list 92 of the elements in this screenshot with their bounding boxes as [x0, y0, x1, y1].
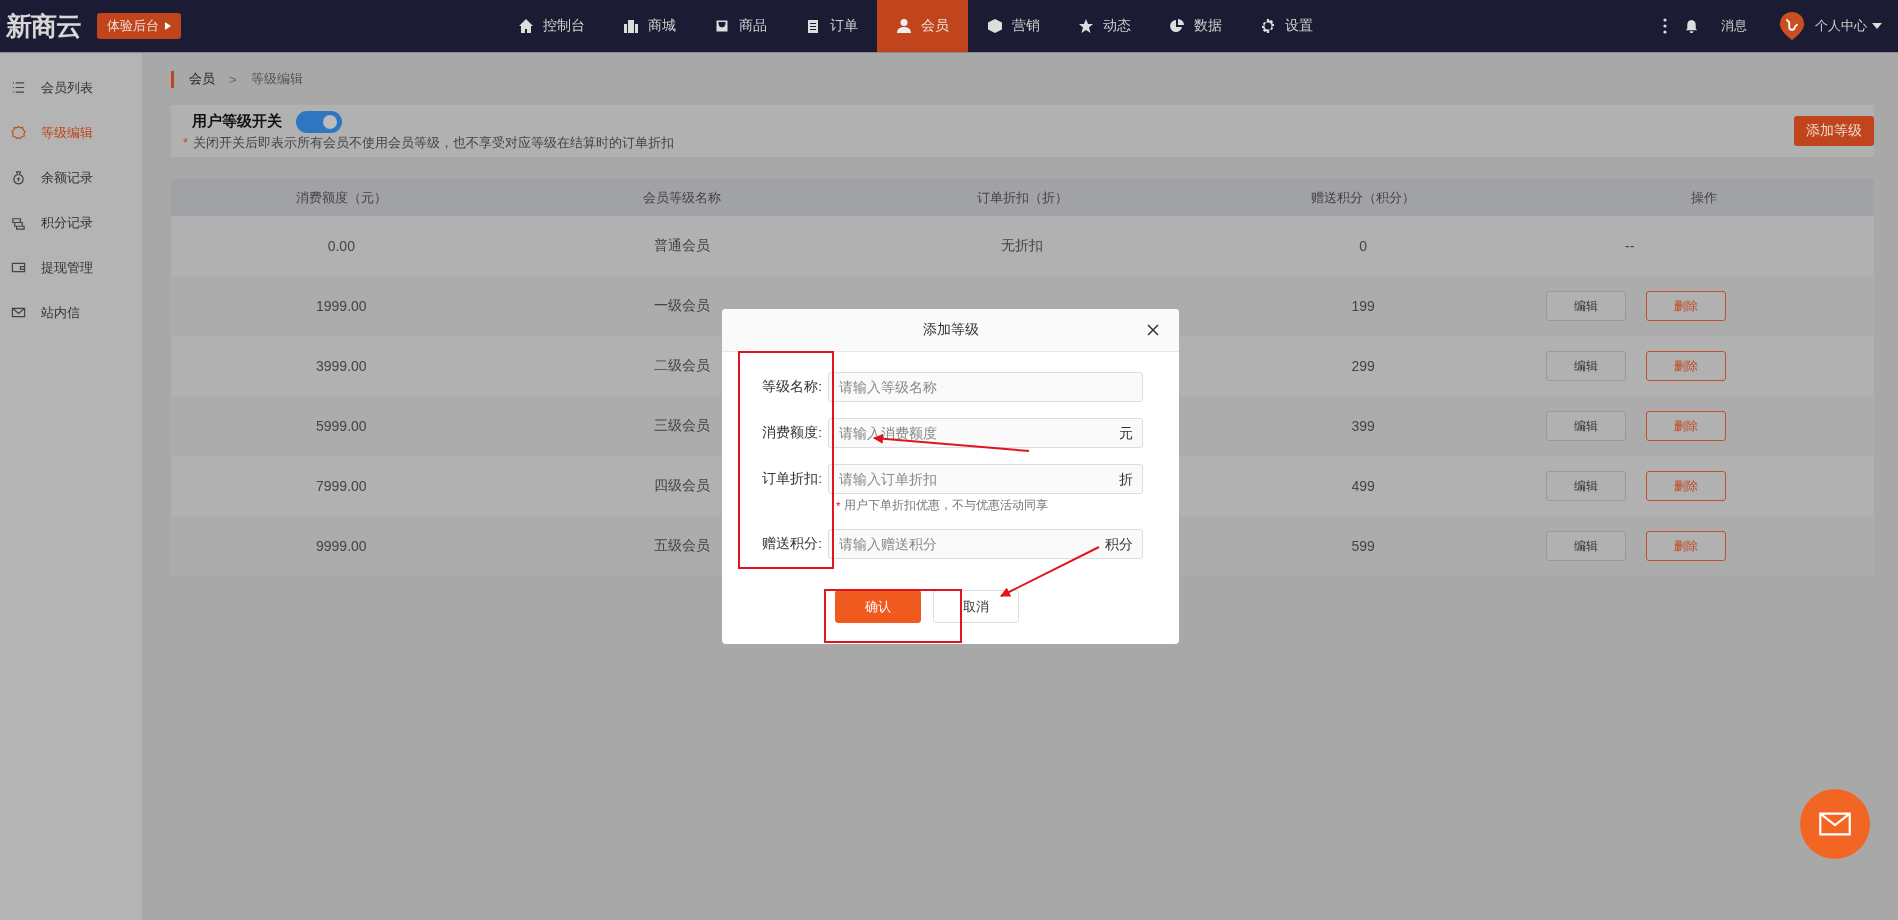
table-cell: 0.00 — [327, 238, 355, 254]
nav-tab[interactable]: 设置 — [1241, 0, 1332, 52]
edit-button[interactable]: 编辑 — [1546, 351, 1626, 381]
add-level-button[interactable]: 添加等级 — [1794, 116, 1874, 146]
nav-tab[interactable]: 会员 — [877, 0, 968, 52]
table-cell: 3999.00 — [316, 358, 367, 374]
nav-tab[interactable]: 控制台 — [499, 0, 604, 52]
breadcrumb-marker — [171, 70, 174, 88]
nav-tab[interactable]: 数据 — [1150, 0, 1241, 52]
field-label: 赠送积分: — [761, 535, 823, 553]
table-cell: 普通会员 — [653, 237, 710, 253]
unit-label: 积分 — [1105, 536, 1133, 554]
nav-tab[interactable]: 商品 — [695, 0, 786, 52]
hint-mark: * — [836, 499, 841, 512]
money-bag-icon — [11, 170, 26, 185]
sidebar-item[interactable]: 站内信 — [0, 290, 142, 335]
home-icon — [518, 18, 534, 34]
sidebar-item[interactable]: 提现管理 — [0, 245, 142, 290]
trial-badge[interactable]: 体验后台 — [97, 13, 181, 39]
table-cell: 1999.00 — [316, 298, 367, 314]
close-icon[interactable] — [1147, 324, 1159, 336]
user-menu[interactable]: 个人中心 — [1815, 17, 1882, 35]
table-cell: 7999.00 — [316, 478, 367, 494]
edit-button[interactable]: 编辑 — [1546, 471, 1626, 501]
table-cell: 5999.00 — [316, 418, 367, 434]
cube-icon — [987, 18, 1003, 34]
mail-icon — [1818, 812, 1852, 836]
input-field[interactable]: 请输入等级名称 — [828, 372, 1143, 402]
sidebar-item[interactable]: 会员列表 — [0, 65, 142, 110]
field-hint: 用户下单折扣优惠，不与优惠活动同享 — [844, 498, 1049, 513]
column-header: 订单折扣（折） — [976, 188, 1069, 207]
bag-icon — [714, 18, 730, 34]
table-cell: 9999.00 — [316, 538, 367, 554]
sidebar-item[interactable]: 积分记录 — [0, 200, 142, 245]
building-icon — [623, 18, 639, 34]
breadcrumb-link[interactable]: 等级编辑 — [250, 70, 303, 88]
more-icon[interactable] — [1663, 18, 1667, 34]
star-icon — [1078, 18, 1094, 34]
unit-label: 折 — [1119, 471, 1133, 489]
caret-icon — [1872, 23, 1882, 29]
caret-icon — [165, 22, 171, 30]
table-cell: 一级会员 — [653, 297, 710, 313]
column-header: 操作 — [1689, 188, 1718, 207]
table-cell: 599 — [1351, 538, 1375, 554]
switch-label: 用户等级开关 — [192, 112, 282, 131]
table-cell: 五级会员 — [653, 537, 710, 553]
column-header: 赠送积分（积分） — [1310, 188, 1417, 207]
mail-icon — [11, 305, 26, 320]
table-cell: 二级会员 — [653, 357, 710, 373]
field-label: 等级名称: — [761, 378, 823, 396]
messages-link[interactable]: 消息 — [1721, 17, 1747, 35]
nav-tab[interactable]: 营销 — [968, 0, 1059, 52]
coins-icon — [11, 215, 26, 230]
breadcrumb-link[interactable]: 会员 — [189, 70, 215, 88]
edit-button[interactable]: 编辑 — [1546, 411, 1626, 441]
column-header: 消费额度（元） — [294, 188, 388, 207]
table-cell: 0 — [1359, 238, 1367, 254]
cancel-button[interactable]: 取消 — [932, 590, 1019, 623]
nav-tab[interactable]: 商城 — [604, 0, 695, 52]
sidebar-item[interactable]: 余额记录 — [0, 155, 142, 200]
dialog-title: 添加等级 — [922, 321, 979, 339]
table-cell: 399 — [1351, 418, 1375, 434]
table-cell: 299 — [1351, 358, 1375, 374]
required-mark: * — [183, 136, 188, 150]
confirm-button[interactable]: 确认 — [834, 590, 921, 623]
settings-icon — [1260, 18, 1276, 34]
person-icon — [896, 18, 912, 34]
level-switch[interactable] — [296, 110, 342, 133]
field-label: 订单折扣: — [761, 470, 823, 488]
breadcrumb-separator: > — [229, 71, 237, 87]
pie-chart-icon — [1169, 18, 1185, 34]
bell-icon[interactable] — [1684, 18, 1699, 34]
table-cell-text: -- — [1624, 238, 1636, 254]
switch-note: 关闭开关后即表示所有会员不使用会员等级，也不享受对应等级在结算时的订单折扣 — [192, 134, 674, 152]
edit-button[interactable]: 编辑 — [1546, 291, 1626, 321]
nav-tab[interactable]: 动态 — [1059, 0, 1150, 52]
column-header: 会员等级名称 — [641, 188, 722, 207]
table-cell: 四级会员 — [653, 477, 710, 493]
table-cell: 199 — [1351, 298, 1375, 314]
list-icon — [11, 80, 26, 95]
field-label: 消费额度: — [761, 424, 823, 442]
avatar-icon[interactable] — [1779, 11, 1805, 41]
clipboard-icon — [805, 18, 821, 34]
wallet-icon — [11, 260, 26, 275]
logo[interactable]: 新商云 — [6, 8, 81, 44]
unit-label: 元 — [1119, 425, 1133, 443]
table-cell: 无折扣 — [1001, 237, 1044, 253]
table-cell: 499 — [1351, 478, 1375, 494]
nav-tab[interactable]: 订单 — [786, 0, 877, 52]
edit-button[interactable]: 编辑 — [1546, 531, 1626, 561]
table-cell: 三级会员 — [653, 417, 710, 433]
badge-icon — [11, 125, 26, 140]
